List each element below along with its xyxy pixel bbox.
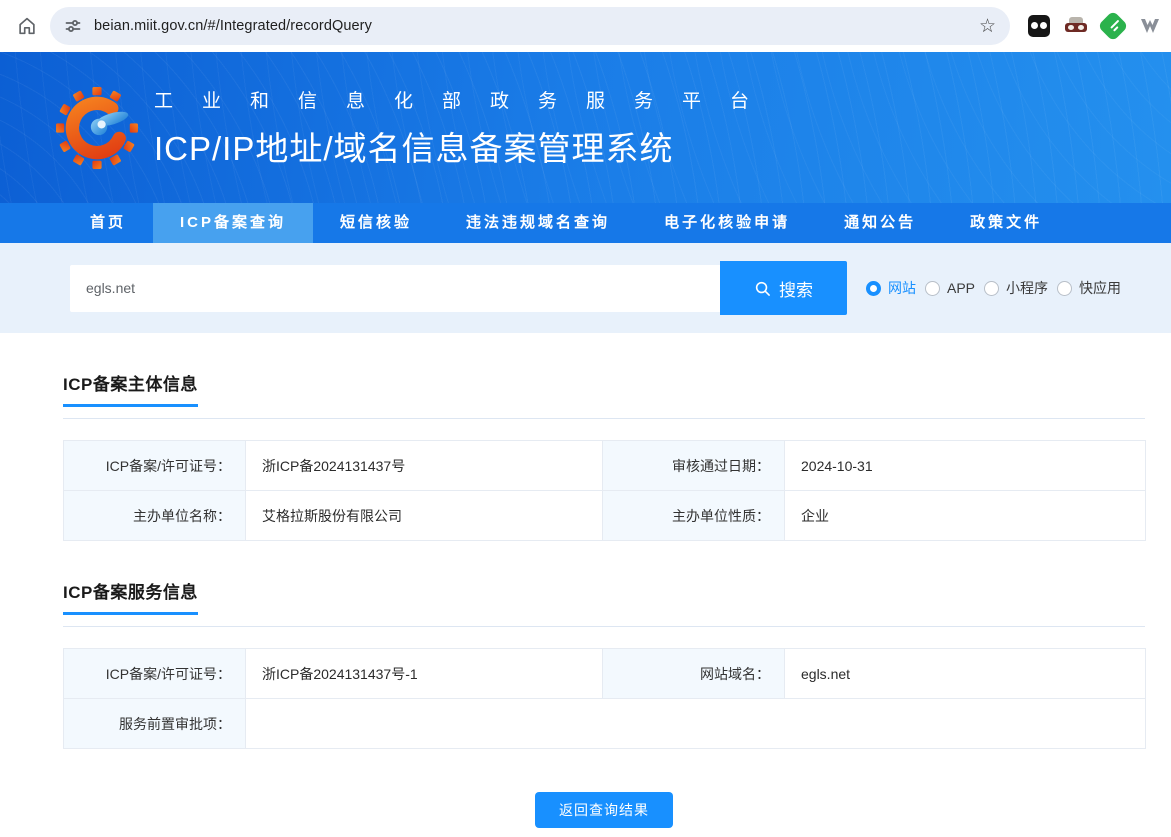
page-title: ICP/IP地址/域名信息备案管理系统	[154, 129, 674, 167]
violentmonkey-extension-icon[interactable]	[1139, 15, 1161, 37]
subject-info-table: ICP备案/许可证号： 浙ICP备2024131437号 审核通过日期： 202…	[63, 440, 1146, 541]
table-row: ICP备案/许可证号： 浙ICP备2024131437号-1 网站域名： egl…	[63, 648, 1146, 699]
radio-app[interactable]: APP	[925, 280, 975, 296]
service-section-title: ICP备案服务信息	[63, 578, 198, 615]
section-divider	[63, 418, 1145, 419]
back-to-results-button[interactable]: 返回查询结果	[535, 792, 673, 828]
field-label: 主办单位名称：	[63, 490, 246, 541]
field-value: 浙ICP备2024131437号-1	[245, 648, 603, 699]
search-input[interactable]	[70, 264, 720, 312]
nav-item-policy-files[interactable]: 政策文件	[943, 203, 1069, 243]
browser-toolbar: beian.miit.gov.cn/#/Integrated/recordQue…	[0, 0, 1171, 52]
subject-section-title: ICP备案主体信息	[63, 370, 198, 407]
field-value: 艾格拉斯股份有限公司	[245, 490, 603, 541]
nav-item-home[interactable]: 首页	[63, 203, 153, 243]
home-icon[interactable]	[10, 9, 44, 43]
field-value: 企业	[784, 490, 1146, 541]
section-divider	[63, 626, 1145, 627]
subject-section-head: ICP备案主体信息	[63, 370, 1145, 419]
table-row: 服务前置审批项：	[63, 698, 1146, 749]
radio-quick-app[interactable]: 快应用	[1057, 278, 1121, 298]
main-nav: 首页 ICP备案查询 短信核验 违法违规域名查询 电子化核验申请 通知公告 政策…	[0, 203, 1171, 243]
site-header: 工业和信息化部政务服务平台 ICP/IP地址/域名信息备案管理系统	[0, 52, 1171, 203]
field-label: 网站域名：	[602, 648, 785, 699]
table-row: 主办单位名称： 艾格拉斯股份有限公司 主办单位性质： 企业	[63, 490, 1146, 541]
field-value: 浙ICP备2024131437号	[245, 440, 603, 491]
search-type-options: 网站 APP 小程序 快应用	[857, 278, 1121, 298]
platform-subtitle: 工业和信息化部政务服务平台	[154, 90, 779, 112]
feedly-extension-icon[interactable]	[1097, 10, 1129, 42]
miit-icp-logo-icon	[56, 86, 138, 169]
dark-goggles-extension-icon[interactable]	[1028, 15, 1050, 37]
address-bar[interactable]: beian.miit.gov.cn/#/Integrated/recordQue…	[50, 7, 1010, 45]
nav-item-illegal-domain-query[interactable]: 违法违规域名查询	[439, 203, 637, 243]
radio-dot-icon	[984, 280, 1000, 296]
search-icon	[755, 281, 770, 296]
search-button-label: 搜索	[779, 280, 813, 300]
field-label: 审核通过日期：	[602, 440, 785, 491]
url-text: beian.miit.gov.cn/#/Integrated/recordQue…	[94, 18, 372, 34]
site-settings-icon[interactable]	[64, 17, 82, 35]
radio-dot-icon	[866, 280, 881, 296]
field-label: ICP备案/许可证号：	[63, 648, 246, 699]
field-label: ICP备案/许可证号：	[63, 440, 246, 491]
nav-item-icp-query[interactable]: ICP备案查询	[153, 203, 314, 243]
footer-actions: 返回查询结果	[63, 792, 1145, 828]
nav-item-notices[interactable]: 通知公告	[817, 203, 943, 243]
service-info-table: ICP备案/许可证号： 浙ICP备2024131437号-1 网站域名： egl…	[63, 648, 1146, 749]
field-label: 主办单位性质：	[602, 490, 785, 541]
radio-dot-icon	[925, 280, 940, 296]
nav-item-sms-verify[interactable]: 短信核验	[313, 203, 439, 243]
table-row: ICP备案/许可证号： 浙ICP备2024131437号 审核通过日期： 202…	[63, 440, 1146, 491]
search-button[interactable]: 搜索	[720, 261, 847, 315]
field-value	[245, 698, 1146, 749]
field-value: 2024-10-31	[784, 440, 1146, 491]
radio-dot-icon	[1057, 280, 1073, 296]
field-value: egls.net	[784, 648, 1146, 699]
service-section-head: ICP备案服务信息	[63, 578, 1145, 627]
search-band: 搜索 网站 APP 小程序 快应用	[0, 243, 1171, 333]
field-label: 服务前置审批项：	[63, 698, 246, 749]
radio-website[interactable]: 网站	[866, 278, 916, 298]
extensions-row	[1028, 10, 1161, 42]
results-content: ICP备案主体信息 ICP备案/许可证号： 浙ICP备2024131437号 审…	[0, 370, 1171, 828]
nav-item-e-verify-apply[interactable]: 电子化核验申请	[637, 203, 817, 243]
radio-mini-program[interactable]: 小程序	[984, 278, 1048, 298]
bookmark-star-icon[interactable]: ☆	[979, 17, 996, 36]
mask-extension-icon[interactable]	[1065, 15, 1087, 37]
